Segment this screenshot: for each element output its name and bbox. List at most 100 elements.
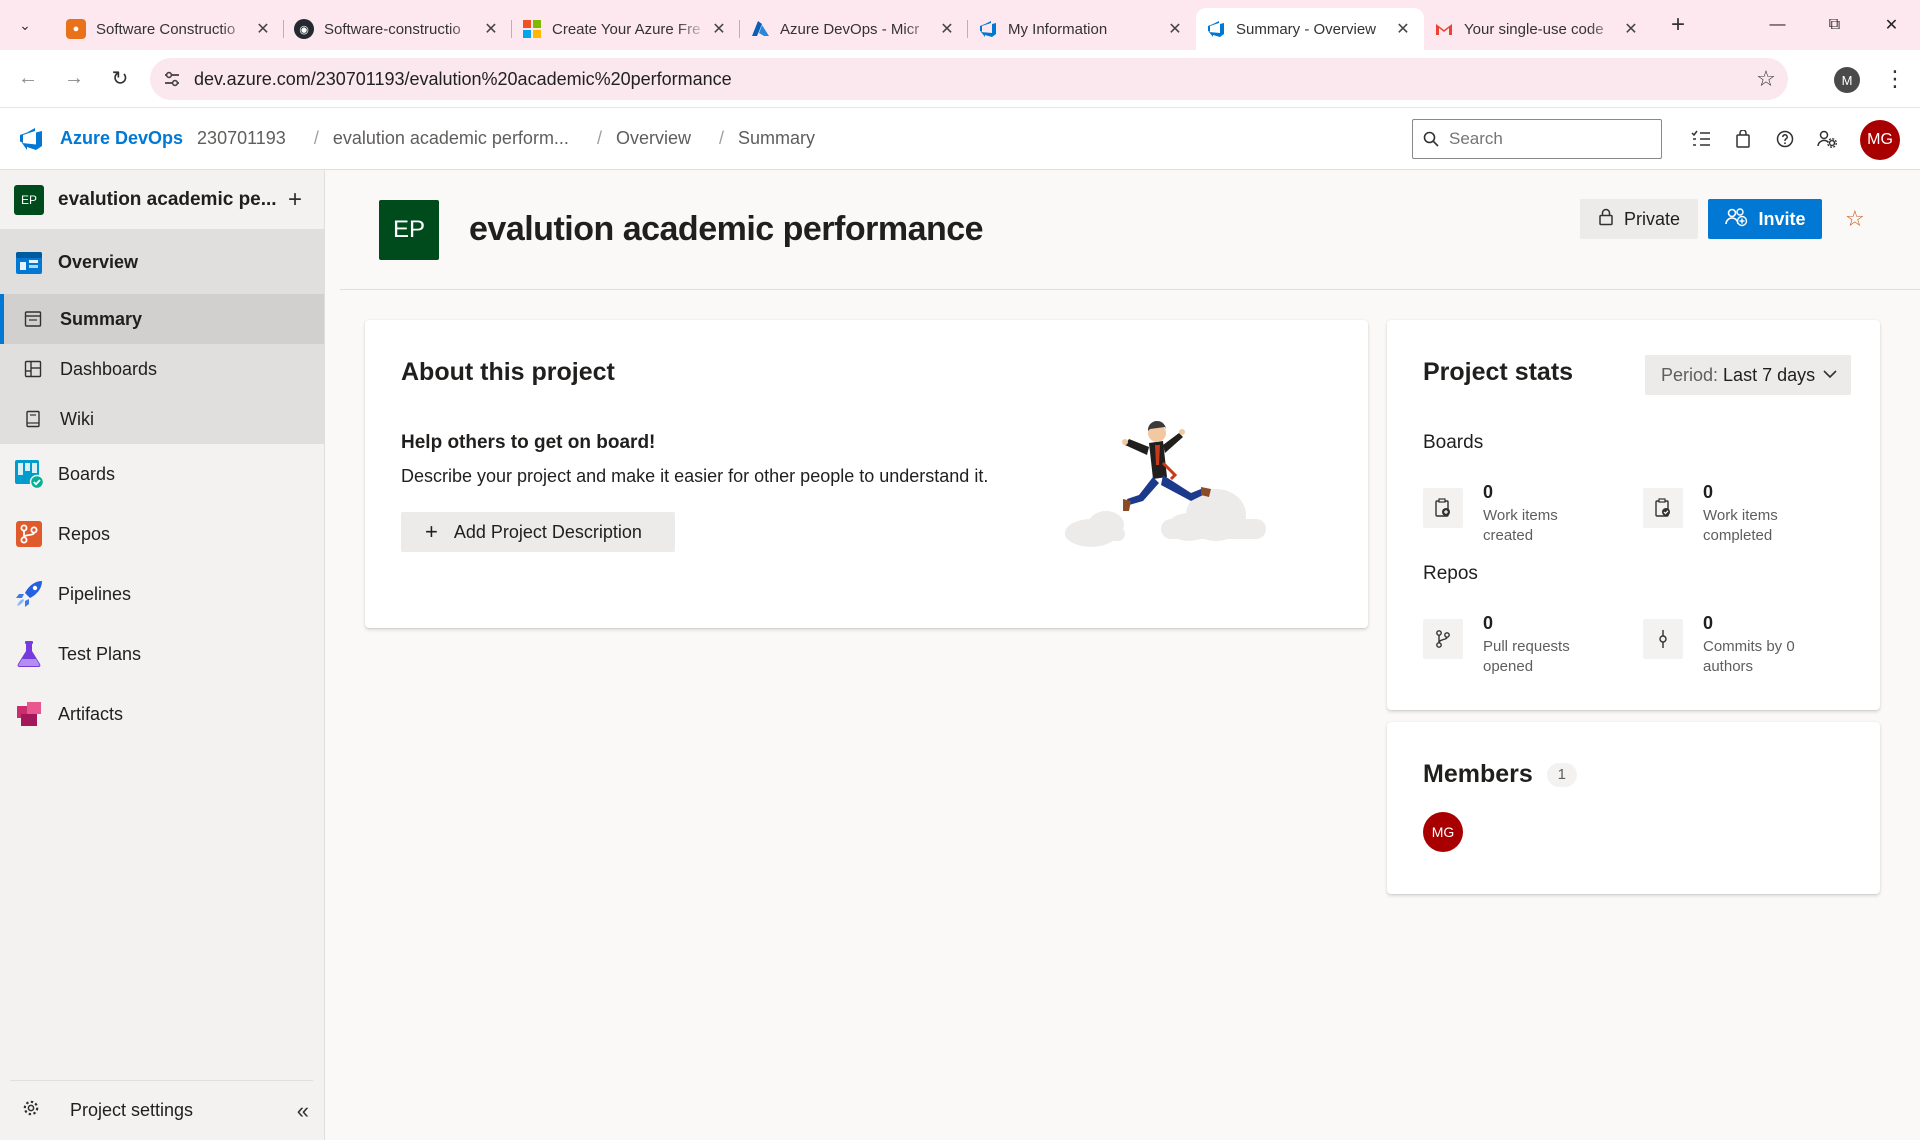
nav-item-label: Boards bbox=[58, 463, 116, 484]
overview-icon bbox=[14, 247, 44, 277]
project-settings-link[interactable]: Project settings « bbox=[10, 1080, 313, 1140]
breadcrumb-separator: / bbox=[313, 128, 319, 148]
left-navigation: EP evalution academic pe... + Overview S… bbox=[0, 170, 325, 1140]
plus-icon: + bbox=[425, 519, 438, 544]
browser-tab[interactable]: ◉ Software-constructio ✕ bbox=[284, 8, 512, 50]
work-items-list-icon[interactable] bbox=[1680, 119, 1722, 159]
tab-search-chevron-icon[interactable]: ⌄ bbox=[0, 0, 50, 50]
project-settings-label: Project settings bbox=[70, 1100, 194, 1120]
close-icon[interactable]: ✕ bbox=[1392, 19, 1414, 39]
ado-brand-link[interactable]: Azure DevOps bbox=[60, 128, 183, 149]
azure-devops-logo-icon[interactable] bbox=[18, 126, 44, 152]
close-icon[interactable]: ✕ bbox=[1164, 19, 1186, 39]
invite-button[interactable]: Invite bbox=[1708, 199, 1822, 239]
test-plans-flask-icon bbox=[14, 639, 44, 669]
address-bar[interactable]: dev.azure.com/230701193/evalution%20acad… bbox=[150, 58, 1788, 100]
stat-work-items-completed[interactable]: 0 Work items completed bbox=[1643, 482, 1843, 544]
invite-label: Invite bbox=[1758, 208, 1806, 229]
about-project-card: About this project Help others to get on… bbox=[365, 320, 1368, 628]
search-input[interactable] bbox=[1449, 129, 1649, 149]
breadcrumb-org[interactable]: 230701193 bbox=[197, 128, 286, 149]
help-description: Describe your project and make it easier… bbox=[401, 466, 989, 486]
project-badge: EP bbox=[14, 184, 44, 215]
stat-commits[interactable]: 0 Commits by 0 authors bbox=[1643, 613, 1843, 675]
add-people-icon bbox=[1724, 207, 1748, 232]
gmail-icon bbox=[1434, 19, 1454, 39]
browser-profile-avatar[interactable]: M bbox=[1834, 67, 1860, 93]
back-arrow-icon[interactable]: ← bbox=[10, 61, 46, 97]
browser-tab[interactable]: Your single-use code ✕ bbox=[1424, 8, 1652, 50]
nav-item-repos[interactable]: Repos bbox=[0, 504, 324, 564]
site-settings-icon[interactable] bbox=[150, 70, 194, 88]
browser-tab[interactable]: Azure DevOps - Micr ✕ bbox=[740, 8, 968, 50]
nav-item-wiki[interactable]: Wiki bbox=[0, 394, 324, 444]
reload-icon[interactable]: ↻ bbox=[102, 61, 138, 97]
private-button[interactable]: Private bbox=[1580, 199, 1698, 239]
url-text: dev.azure.com/230701193/evalution%20acad… bbox=[194, 68, 732, 89]
stat-pull-requests-opened[interactable]: 0 Pull requests opened bbox=[1423, 613, 1623, 675]
bookmark-star-icon[interactable]: ☆ bbox=[1744, 66, 1788, 92]
tab-title: Create Your Azure Fre bbox=[552, 20, 701, 38]
ado-header: Azure DevOps 230701193 / evalution acade… bbox=[0, 108, 1920, 170]
nav-item-summary[interactable]: Summary bbox=[0, 294, 324, 344]
stat-work-items-created[interactable]: 0 Work items created bbox=[1423, 482, 1623, 544]
user-settings-icon[interactable] bbox=[1806, 119, 1848, 159]
stat-value: 0 bbox=[1703, 613, 1714, 633]
breadcrumb-summary[interactable]: Summary bbox=[738, 128, 815, 149]
close-icon[interactable]: ✕ bbox=[708, 19, 730, 39]
browser-toolbar: ← → ↻ dev.azure.com/230701193/evalution%… bbox=[0, 50, 1920, 108]
pipelines-icon bbox=[14, 579, 44, 609]
summary-icon bbox=[22, 310, 44, 328]
window-close-icon[interactable]: ✕ bbox=[1863, 0, 1920, 50]
help-icon[interactable] bbox=[1764, 119, 1806, 159]
nav-item-overview[interactable]: Overview bbox=[0, 230, 324, 294]
pull-request-icon bbox=[1423, 619, 1463, 659]
close-icon[interactable]: ✕ bbox=[936, 19, 958, 39]
search-box[interactable] bbox=[1412, 119, 1662, 159]
nav-item-test-plans[interactable]: Test Plans bbox=[0, 624, 324, 684]
nav-item-label: Repos bbox=[58, 523, 111, 544]
marketplace-bag-icon[interactable] bbox=[1722, 119, 1764, 159]
work-item-completed-icon bbox=[1643, 488, 1683, 528]
collapse-chevron-icon[interactable]: « bbox=[297, 1098, 309, 1124]
close-icon[interactable]: ✕ bbox=[480, 19, 502, 39]
nav-item-label: Artifacts bbox=[58, 703, 124, 724]
breadcrumb-project[interactable]: evalution academic perform... bbox=[333, 128, 569, 149]
dashboards-icon bbox=[22, 360, 44, 378]
add-description-label: Add Project Description bbox=[453, 521, 642, 542]
breadcrumb-overview[interactable]: Overview bbox=[616, 128, 691, 149]
favorite-star-icon[interactable]: ☆ bbox=[1845, 206, 1865, 232]
nav-item-dashboards[interactable]: Dashboards bbox=[0, 344, 324, 394]
about-title: About this project bbox=[401, 358, 615, 386]
project-avatar: EP bbox=[379, 200, 439, 260]
period-dropdown[interactable]: Period: Last 7 days bbox=[1645, 355, 1851, 395]
restore-icon[interactable]: ⧉ bbox=[1806, 0, 1863, 50]
browser-tab[interactable]: Create Your Azure Fre ✕ bbox=[512, 8, 740, 50]
forward-arrow-icon[interactable]: → bbox=[56, 61, 92, 97]
tab-title: Azure DevOps - Micr bbox=[780, 20, 920, 38]
add-project-description-button[interactable]: + Add Project Description bbox=[401, 512, 675, 552]
work-item-created-icon bbox=[1423, 488, 1463, 528]
new-tab-plus-icon[interactable]: + bbox=[1658, 4, 1698, 46]
nav-item-artifacts[interactable]: Artifacts bbox=[0, 684, 324, 744]
user-avatar[interactable]: MG bbox=[1860, 120, 1900, 160]
header-actions bbox=[1680, 119, 1848, 159]
nav-item-label: Pipelines bbox=[58, 583, 132, 604]
main-content: EP evalution academic performance Privat… bbox=[326, 170, 1920, 1140]
browser-menu-icon[interactable]: ⋮ bbox=[1880, 64, 1910, 94]
minimize-icon[interactable]: — bbox=[1749, 0, 1806, 50]
new-plus-icon[interactable]: + bbox=[280, 186, 310, 214]
project-selector[interactable]: EP evalution academic pe... + bbox=[0, 170, 324, 230]
members-count-badge: 1 bbox=[1546, 762, 1577, 787]
stat-value: 0 bbox=[1703, 482, 1714, 502]
page-title: evalution academic performance bbox=[469, 210, 984, 248]
browser-tab[interactable]: My Information ✕ bbox=[968, 8, 1196, 50]
stat-value: 0 bbox=[1483, 613, 1494, 633]
nav-item-boards[interactable]: Boards bbox=[0, 444, 324, 504]
browser-tab[interactable]: ● Software Constructio ✕ bbox=[56, 8, 284, 50]
browser-tab-active[interactable]: Summary - Overview ✕ bbox=[1196, 8, 1424, 50]
close-icon[interactable]: ✕ bbox=[1620, 19, 1642, 39]
close-icon[interactable]: ✕ bbox=[252, 19, 274, 39]
member-avatar[interactable]: MG bbox=[1423, 812, 1463, 852]
nav-item-pipelines[interactable]: Pipelines bbox=[0, 564, 324, 624]
